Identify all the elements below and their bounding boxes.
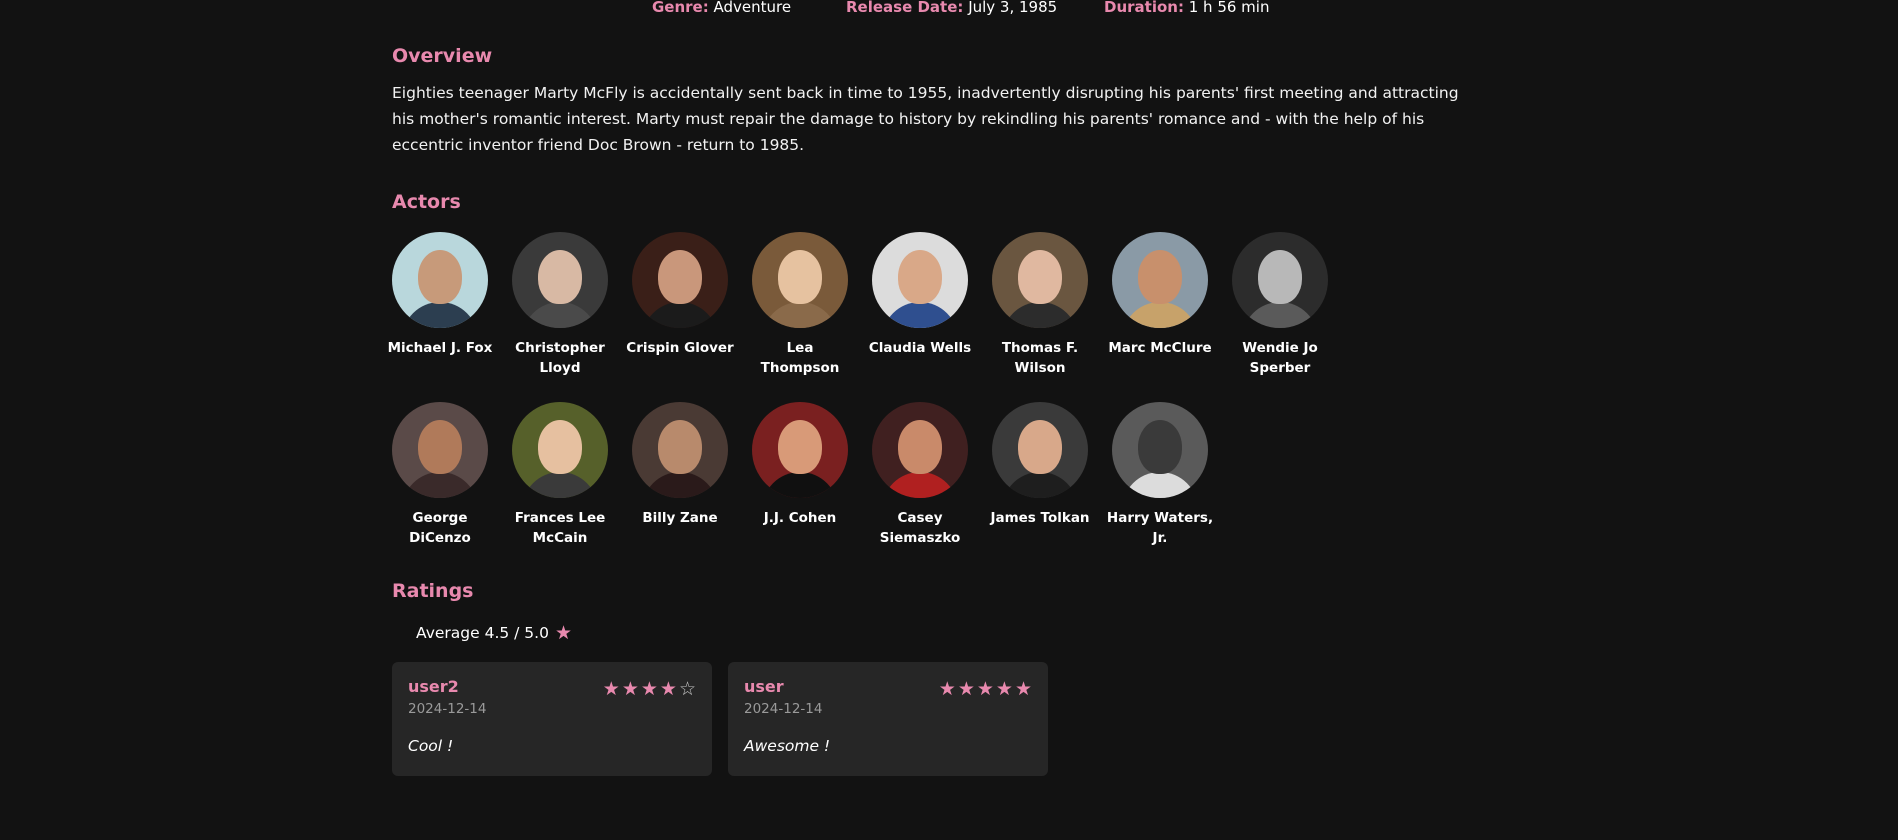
actor-name: Christopher Lloyd [515,340,605,376]
actor-card[interactable]: Wendie Jo Sperber [1232,232,1328,378]
actors-grid: Michael J. Fox Christopher Lloyd Crispin G… [388,232,1352,548]
actor-photo[interactable] [992,232,1088,328]
actor-card[interactable]: George DiCenzo [392,402,488,548]
actor-photo[interactable] [752,232,848,328]
actor-photo[interactable] [752,402,848,498]
review-date: 2024-12-14 [408,701,487,717]
actor-photo[interactable] [512,232,608,328]
actor-photo[interactable] [392,232,488,328]
genre-meta: Genre: Adventure [652,0,791,15]
actor-name: Wendie Jo Sperber [1242,340,1318,376]
actor-photo[interactable] [872,232,968,328]
overview-text: Eighties teenager Marty McFly is acciden… [392,84,1459,154]
star-icon: ★ [602,678,620,700]
star-icon: ★ [957,678,975,700]
actor-photo[interactable] [1112,232,1208,328]
actor-name: Thomas F. Wilson [1001,340,1079,376]
review-date: 2024-12-14 [744,701,823,717]
star-icon: ★ [938,678,956,700]
review-stars: ★ ★ ★ ★ ★ [939,680,1032,699]
actor-name: J.J. Cohen [763,510,837,526]
actor-card[interactable]: Lea Thompson [752,232,848,378]
review-card: user2 2024-12-14 Cool ! ★ ★ ★ ★ ☆ [392,662,712,776]
average-rating-text: Average 4.5 / 5.0 [416,624,549,642]
review-card: user 2024-12-14 Awesome ! ★ ★ ★ ★ ★ [728,662,1048,776]
overview-heading: Overview [392,45,493,67]
actor-photo[interactable] [512,402,608,498]
star-icon: ★ [995,678,1013,700]
actor-card[interactable]: Thomas F. Wilson [992,232,1088,378]
actor-card[interactable]: Michael J. Fox [388,232,492,378]
genre-value: Adventure [713,0,792,16]
actor-card[interactable]: Billy Zane [632,402,728,548]
actor-name: James Tolkan [990,510,1090,526]
actor-photo[interactable] [392,402,488,498]
actor-photo[interactable] [632,232,728,328]
star-icon: ★ [554,621,573,644]
actor-photo[interactable] [872,402,968,498]
review-comment: Awesome ! [744,737,831,755]
actor-name: Crispin Glover [626,340,734,356]
actor-card[interactable]: Casey Siemaszko [872,402,968,548]
actor-photo[interactable] [1232,232,1328,328]
actor-card[interactable]: Claudia Wells [869,232,971,378]
star-icon: ★ [1014,678,1032,700]
actor-name: Marc McClure [1108,340,1212,356]
actor-name: Harry Waters, Jr. [1106,510,1214,546]
actor-name: Billy Zane [642,510,718,526]
star-icon: ★ [621,678,639,700]
release-date-value: July 3, 1985 [968,0,1058,16]
actor-photo[interactable] [632,402,728,498]
actor-photo[interactable] [992,402,1088,498]
actor-card[interactable]: James Tolkan [990,402,1090,548]
star-icon: ★ [976,678,994,700]
actor-name: Claudia Wells [868,340,972,356]
actor-card[interactable]: Crispin Glover [626,232,734,378]
star-icon: ★ [659,678,677,700]
actor-card[interactable]: Marc McClure [1108,232,1212,378]
actor-card[interactable]: Christopher Lloyd [512,232,608,378]
release-date-label: Release Date: [846,0,964,16]
duration-label: Duration: [1104,0,1184,16]
genre-label: Genre: [652,0,709,16]
release-date-meta: Release Date: July 3, 1985 [846,0,1057,15]
review-comment: Cool ! [408,737,454,755]
movie-meta-row: Genre: Adventure Release Date: July 3, 1… [0,0,1898,18]
duration-value: 1 h 56 min [1188,0,1270,16]
star-icon: ★ [640,678,658,700]
actor-name: Casey Siemaszko [879,510,961,546]
actor-name: Frances Lee McCain [514,510,606,546]
actor-card[interactable]: Harry Waters, Jr. [1107,402,1213,548]
average-rating: Average 4.5 / 5.0 ★ [416,622,572,644]
actor-photo[interactable] [1112,402,1208,498]
review-stars: ★ ★ ★ ★ ☆ [603,680,696,699]
actor-card[interactable]: Frances Lee McCain [512,402,608,548]
actor-card[interactable]: J.J. Cohen [752,402,848,548]
actor-name: Michael J. Fox [387,340,493,356]
star-icon: ☆ [678,678,696,700]
ratings-heading: Ratings [392,580,474,602]
actor-name: Lea Thompson [760,340,840,376]
duration-meta: Duration: 1 h 56 min [1104,0,1269,15]
actor-name: George DiCenzo [409,510,471,546]
actors-heading: Actors [392,191,461,213]
